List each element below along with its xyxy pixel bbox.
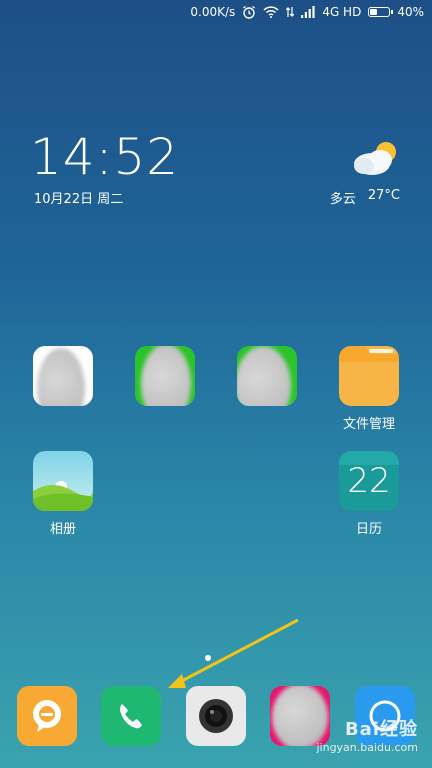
watermark-url: jingyan.baidu.com (316, 741, 418, 754)
dock-messages[interactable] (7, 686, 87, 746)
watermark-brand: Bai经验 (344, 719, 418, 740)
phone-icon (101, 686, 161, 746)
dock-phone[interactable] (91, 686, 171, 746)
dock-camera[interactable] (176, 686, 256, 746)
camera-icon (186, 686, 246, 746)
annotation-arrow (168, 618, 299, 688)
baidu-watermark: Bai经验 jingyan.baidu.com (316, 715, 418, 754)
messages-icon (17, 686, 77, 746)
